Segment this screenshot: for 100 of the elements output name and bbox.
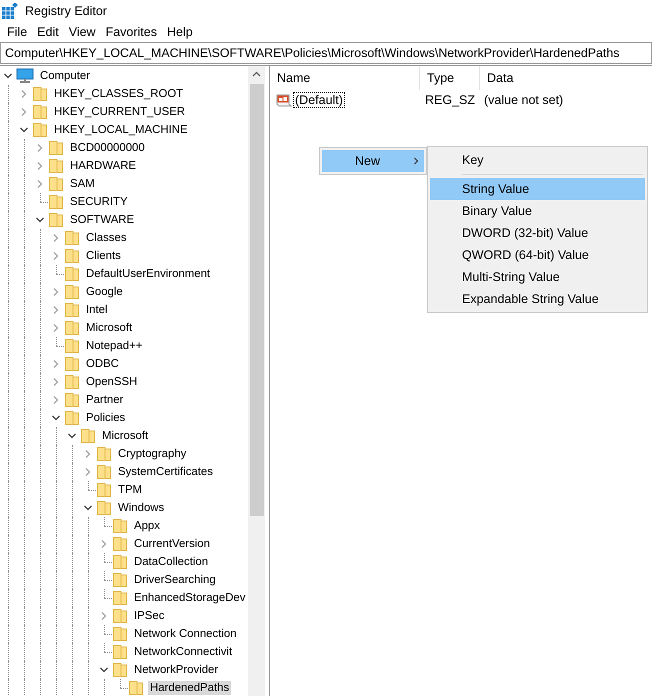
folder-icon [64,320,80,336]
expand-chevron-icon[interactable] [99,539,109,549]
folder-icon [64,302,80,318]
tree-item[interactable]: HKEY_CURRENT_USER [52,105,188,119]
folder-icon [32,86,48,102]
menu-item[interactable]: Edit [32,25,64,39]
folder-icon [128,680,144,696]
tree-item[interactable]: Intel [84,303,110,317]
tree-item[interactable]: HKEY_CLASSES_ROOT [52,87,186,101]
menu-item[interactable]: Favorites [100,25,162,39]
column-header[interactable]: Name [270,66,420,90]
tree-item[interactable]: OpenSSH [84,375,140,389]
tree-item[interactable]: HARDWARE [68,159,138,173]
tree-item[interactable]: DefaultUserEnvironment [84,267,212,281]
computer-icon [16,68,34,84]
tree-item[interactable]: Microsoft [100,429,150,443]
tree-item[interactable]: SAM [68,177,97,191]
folder-icon [96,446,112,462]
tree-item[interactable]: HKEY_LOCAL_MACHINE [52,123,190,137]
menu-item[interactable]: String Value [430,178,645,200]
folder-icon [48,212,64,228]
collapse-chevron-icon[interactable] [19,125,29,135]
address-field[interactable]: Computer\HKEY_LOCAL_MACHINE\SOFTWARE\Policies\Microsoft\Windows\NetworkProvider\HardenedPaths [0,42,652,64]
tree-item[interactable]: NetworkConnectivit [132,645,234,659]
string-value-icon [276,92,292,108]
tree-item[interactable]: Windows [116,501,166,515]
window-title: Registry Editor [25,4,107,18]
collapse-chevron-icon[interactable] [35,215,45,225]
folder-icon [80,428,96,444]
app-icon [2,3,18,19]
expand-chevron-icon[interactable] [35,161,45,171]
menu-item[interactable]: File [2,25,32,39]
menu-item[interactable]: Key [430,149,645,171]
folder-icon [112,518,128,534]
tree-item[interactable]: Cryptography [116,447,188,461]
menu-item[interactable]: Expandable String Value [430,288,645,310]
tree-item[interactable]: SystemCertificates [116,465,215,479]
tree-item[interactable]: DataCollection [132,555,210,569]
scrollbar[interactable] [248,66,265,696]
column-header[interactable]: Type [420,66,480,90]
expand-chevron-icon[interactable] [51,305,61,315]
value-name[interactable]: (Default) [293,92,345,108]
expand-chevron-icon[interactable] [51,377,61,387]
tree-item[interactable]: IPSec [132,609,166,623]
collapse-chevron-icon[interactable] [99,665,109,675]
tree-item[interactable]: Microsoft [84,321,134,335]
tree-item[interactable]: Computer [38,69,92,83]
folder-icon [64,392,80,408]
tree-item[interactable]: DriverSearching [132,573,218,587]
expand-chevron-icon[interactable] [83,449,93,459]
tree-item[interactable]: Notepad++ [84,339,144,353]
value-data: (value not set) [484,93,564,107]
expand-chevron-icon[interactable] [83,467,93,477]
menu-item[interactable]: View [64,25,101,39]
menu-item[interactable]: Binary Value [430,200,645,222]
tree-item[interactable]: Partner [84,393,126,407]
tree-item[interactable]: Google [84,285,125,299]
expand-chevron-icon[interactable] [99,611,109,621]
menu-item[interactable]: QWORD (64-bit) Value [430,244,645,266]
folder-icon [64,248,80,264]
expand-chevron-icon[interactable] [51,251,61,261]
tree-item[interactable]: Policies [84,411,128,425]
value-type: REG_SZ [425,93,476,107]
collapse-chevron-icon[interactable] [67,431,77,441]
expand-chevron-icon[interactable] [51,233,61,243]
folder-icon [64,374,80,390]
tree-item[interactable]: HardenedPaths [148,681,232,695]
expand-chevron-icon[interactable] [51,323,61,333]
expand-chevron-icon[interactable] [35,179,45,189]
column-header[interactable]: Data [480,66,652,90]
collapse-chevron-icon[interactable] [51,413,61,423]
collapse-chevron-icon[interactable] [83,503,93,513]
tree-item[interactable]: Clients [84,249,123,263]
expand-chevron-icon[interactable] [51,395,61,405]
tree-item[interactable]: ODBC [84,357,121,371]
tree-item[interactable]: SOFTWARE [68,213,136,227]
expand-chevron-icon[interactable] [51,359,61,369]
menu-item[interactable]: Help [162,25,198,39]
collapse-chevron-icon[interactable] [3,71,13,81]
tree-item[interactable]: TPM [116,483,144,497]
tree-item[interactable]: Classes [84,231,129,245]
folder-icon [112,572,128,588]
menu-item[interactable]: New [322,150,424,172]
tree-item[interactable]: NetworkProvider [132,663,220,677]
tree-item[interactable]: SECURITY [68,195,130,209]
tree-item[interactable]: EnhancedStorageDev [132,591,248,605]
menu-item[interactable]: Multi-String Value [430,266,645,288]
folder-icon [64,410,80,426]
expand-chevron-icon[interactable] [35,143,45,153]
tree-item[interactable]: Appx [132,519,162,533]
folder-icon [48,158,64,174]
menu-item[interactable]: DWORD (32-bit) Value [430,222,645,244]
tree-item[interactable]: BCD00000000 [68,141,147,155]
folder-icon [32,104,48,120]
expand-chevron-icon[interactable] [51,287,61,297]
expand-chevron-icon[interactable] [19,89,29,99]
scroll-thumb[interactable] [250,84,264,516]
expand-chevron-icon[interactable] [19,107,29,117]
tree-item[interactable]: Network Connection [132,627,239,641]
tree-item[interactable]: CurrentVersion [132,537,212,551]
